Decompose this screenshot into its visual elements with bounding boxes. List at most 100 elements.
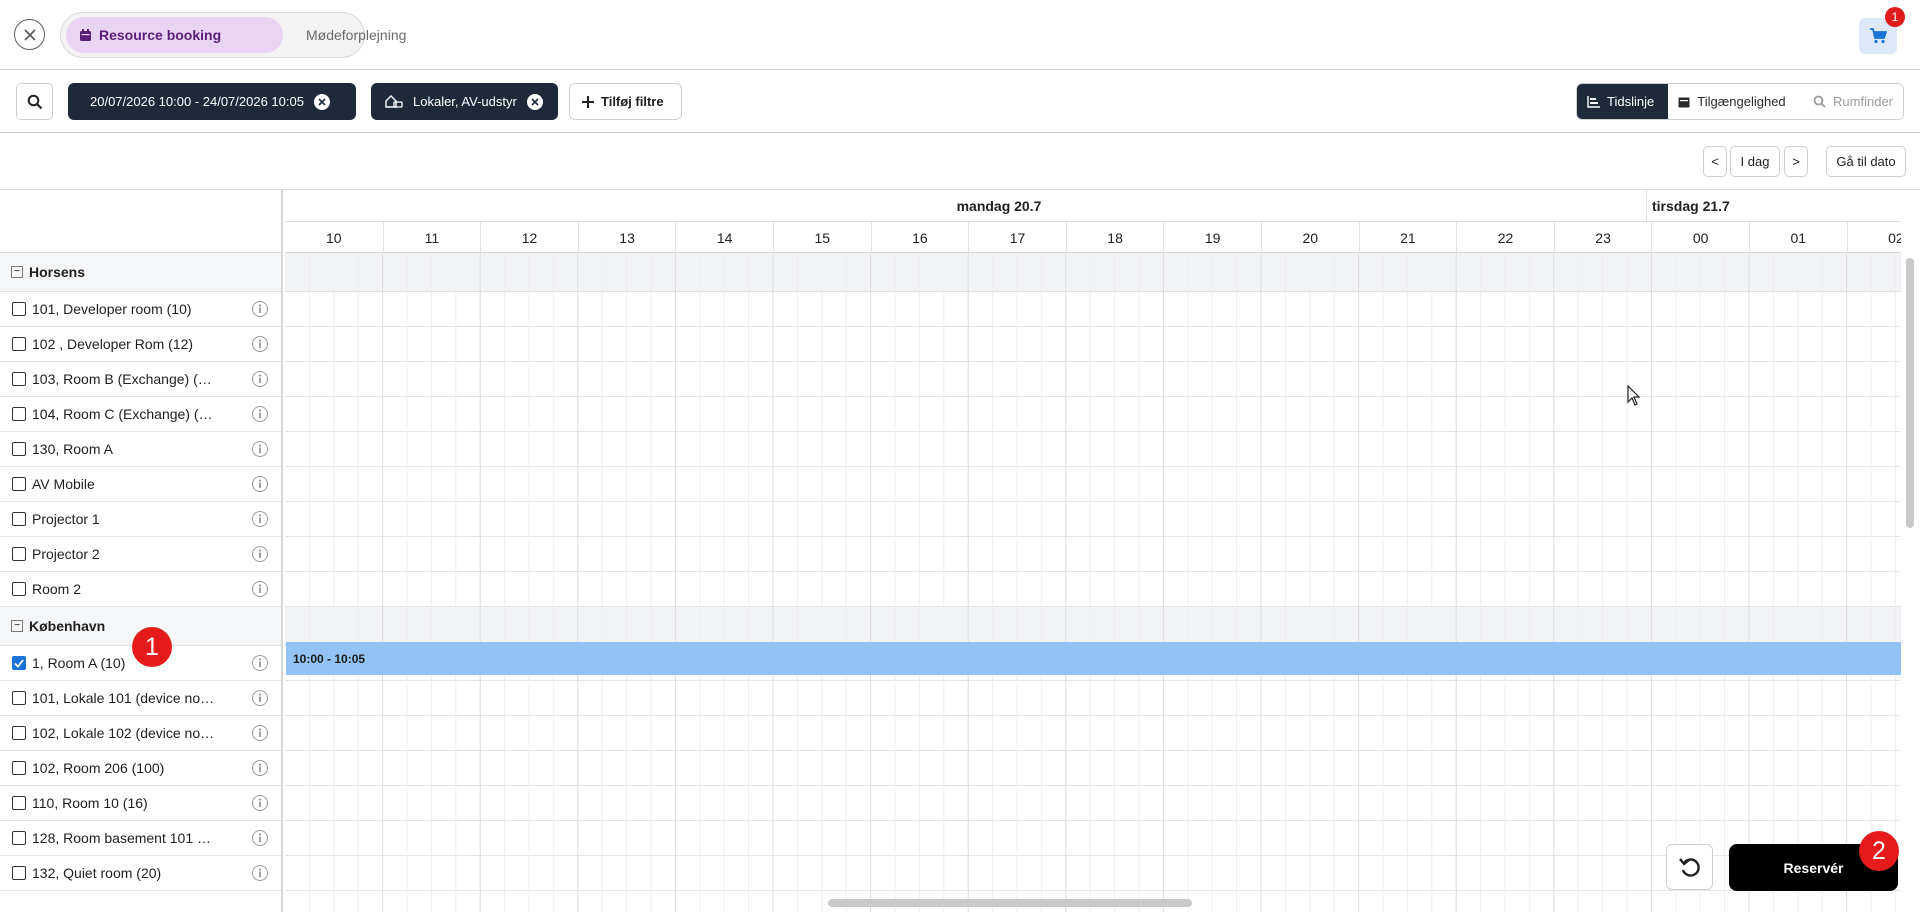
resource-row[interactable]: 101, Developer room (10): [0, 292, 281, 327]
info-icon[interactable]: [252, 406, 268, 422]
resource-checkbox[interactable]: [12, 761, 26, 775]
info-icon[interactable]: [252, 690, 268, 706]
resource-checkbox[interactable]: [12, 831, 26, 845]
info-icon[interactable]: [252, 865, 268, 881]
resource-label: 103, Room B (Exchange) (…: [32, 371, 212, 387]
search-button[interactable]: [16, 83, 53, 120]
timeline-row[interactable]: [285, 467, 1901, 502]
timeline-row[interactable]: [285, 856, 1901, 891]
timeline-row[interactable]: [285, 821, 1901, 856]
resource-checkbox[interactable]: [12, 656, 26, 670]
resource-label: Projector 1: [32, 511, 100, 527]
resource-checkbox[interactable]: [12, 337, 26, 351]
date-range-filter-chip[interactable]: 20/07/2026 10:00 - 24/07/2026 10:05: [68, 83, 356, 120]
resource-row[interactable]: Projector 1: [0, 502, 281, 537]
hour-label: 10: [326, 229, 342, 246]
resource-checkbox[interactable]: [12, 302, 26, 316]
resource-row[interactable]: 130, Room A: [0, 432, 281, 467]
booking-grid: − Horsens 101, Developer room (10) 102 , De…: [0, 189, 1920, 912]
resource-row[interactable]: 132, Quiet room (20): [0, 856, 281, 891]
timeline-area[interactable]: mandag 20.7 tirsdag 21.7 10 11 12 13 14 15 16 1…: [285, 190, 1901, 912]
add-filter-button[interactable]: Tilføj filtre: [569, 83, 682, 120]
resource-checkbox[interactable]: [12, 372, 26, 386]
close-icon: [23, 28, 36, 41]
hour-label: 01: [1749, 222, 1847, 253]
resource-checkbox[interactable]: [12, 866, 26, 880]
resource-checkbox[interactable]: [12, 796, 26, 810]
resource-checkbox[interactable]: [12, 512, 26, 526]
timeline-row[interactable]: [285, 716, 1901, 751]
resource-row[interactable]: 102, Room 206 (100): [0, 751, 281, 786]
remove-resource-filter-button[interactable]: [526, 93, 543, 110]
collapse-icon[interactable]: −: [11, 620, 23, 632]
go-to-date-button[interactable]: Gå til dato: [1826, 146, 1906, 177]
previous-period-button[interactable]: <: [1703, 146, 1727, 177]
hour-label: 12: [480, 222, 578, 253]
resource-row[interactable]: 103, Room B (Exchange) (…: [0, 362, 281, 397]
resource-checkbox[interactable]: [12, 691, 26, 705]
today-button[interactable]: I dag: [1730, 146, 1780, 177]
info-icon[interactable]: [252, 476, 268, 492]
timeline-row[interactable]: [285, 751, 1901, 786]
info-icon[interactable]: [252, 546, 268, 562]
hour-label: 11: [382, 222, 481, 253]
resource-label: 101, Developer room (10): [32, 301, 192, 317]
resource-type-filter-label: Lokaler, AV-udstyr: [413, 94, 517, 109]
resource-row[interactable]: Room 2: [0, 572, 281, 607]
mouse-cursor-icon: [1627, 385, 1641, 406]
tab-timeline[interactable]: Tidslinje: [1577, 84, 1669, 119]
next-period-button[interactable]: >: [1784, 146, 1808, 177]
timeline-row[interactable]: [285, 362, 1901, 397]
timeline-row[interactable]: [285, 292, 1901, 327]
info-icon[interactable]: [252, 441, 268, 457]
timeline-row[interactable]: [285, 502, 1901, 537]
resource-row[interactable]: 104, Room C (Exchange) (…: [0, 397, 281, 432]
resource-row[interactable]: 110, Room 10 (16): [0, 786, 281, 821]
info-icon[interactable]: [252, 511, 268, 527]
group-header-0[interactable]: − Horsens: [0, 253, 281, 292]
resource-row[interactable]: 102, Lokale 102 (device no…: [0, 716, 281, 751]
timeline-row[interactable]: [285, 327, 1901, 362]
resource-checkbox[interactable]: [12, 726, 26, 740]
resource-checkbox[interactable]: [12, 442, 26, 456]
resource-row[interactable]: 101, Lokale 101 (device no…: [0, 681, 281, 716]
info-icon[interactable]: [252, 581, 268, 597]
info-icon[interactable]: [252, 760, 268, 776]
resource-booking-tab[interactable]: Resource booking: [66, 17, 283, 53]
timeline-row[interactable]: [285, 572, 1901, 607]
timeline-row[interactable]: [285, 681, 1901, 716]
resource-checkbox[interactable]: [12, 547, 26, 561]
collapse-icon[interactable]: −: [11, 266, 23, 278]
resource-row[interactable]: 102 , Developer Rom (12): [0, 327, 281, 362]
remove-date-filter-button[interactable]: [313, 93, 330, 110]
info-icon[interactable]: [252, 795, 268, 811]
info-icon[interactable]: [252, 371, 268, 387]
timeline-row[interactable]: [285, 537, 1901, 572]
reset-button[interactable]: [1666, 844, 1713, 890]
resource-checkbox[interactable]: [12, 477, 26, 491]
tab-room-finder[interactable]: Rumfinder: [1803, 84, 1903, 119]
booking-bar[interactable]: 10:00 - 10:05: [286, 642, 1901, 675]
info-icon[interactable]: [252, 830, 268, 846]
hour-label: 02: [1846, 222, 1901, 253]
close-button[interactable]: [14, 19, 45, 50]
vertical-scrollbar[interactable]: [1906, 258, 1914, 528]
info-icon[interactable]: [252, 655, 268, 671]
timeline-row[interactable]: [285, 397, 1901, 432]
meeting-catering-tab[interactable]: Mødeforplejning: [293, 17, 419, 53]
tab-availability[interactable]: Tilgængelighed: [1668, 84, 1803, 119]
info-icon[interactable]: [252, 301, 268, 317]
info-icon[interactable]: [252, 725, 268, 741]
resource-row[interactable]: AV Mobile: [0, 467, 281, 502]
info-icon[interactable]: [252, 336, 268, 352]
room-equipment-icon: [385, 95, 403, 108]
resource-row[interactable]: 128, Room basement 101 …: [0, 821, 281, 856]
timeline-row[interactable]: [285, 786, 1901, 821]
resource-type-filter-chip[interactable]: Lokaler, AV-udstyr: [371, 83, 558, 120]
resource-checkbox[interactable]: [12, 407, 26, 421]
timeline-row[interactable]: [285, 432, 1901, 467]
hour-label: 14: [675, 222, 773, 253]
horizontal-scrollbar[interactable]: [828, 899, 1192, 907]
resource-checkbox[interactable]: [12, 582, 26, 596]
resource-row[interactable]: Projector 2: [0, 537, 281, 572]
